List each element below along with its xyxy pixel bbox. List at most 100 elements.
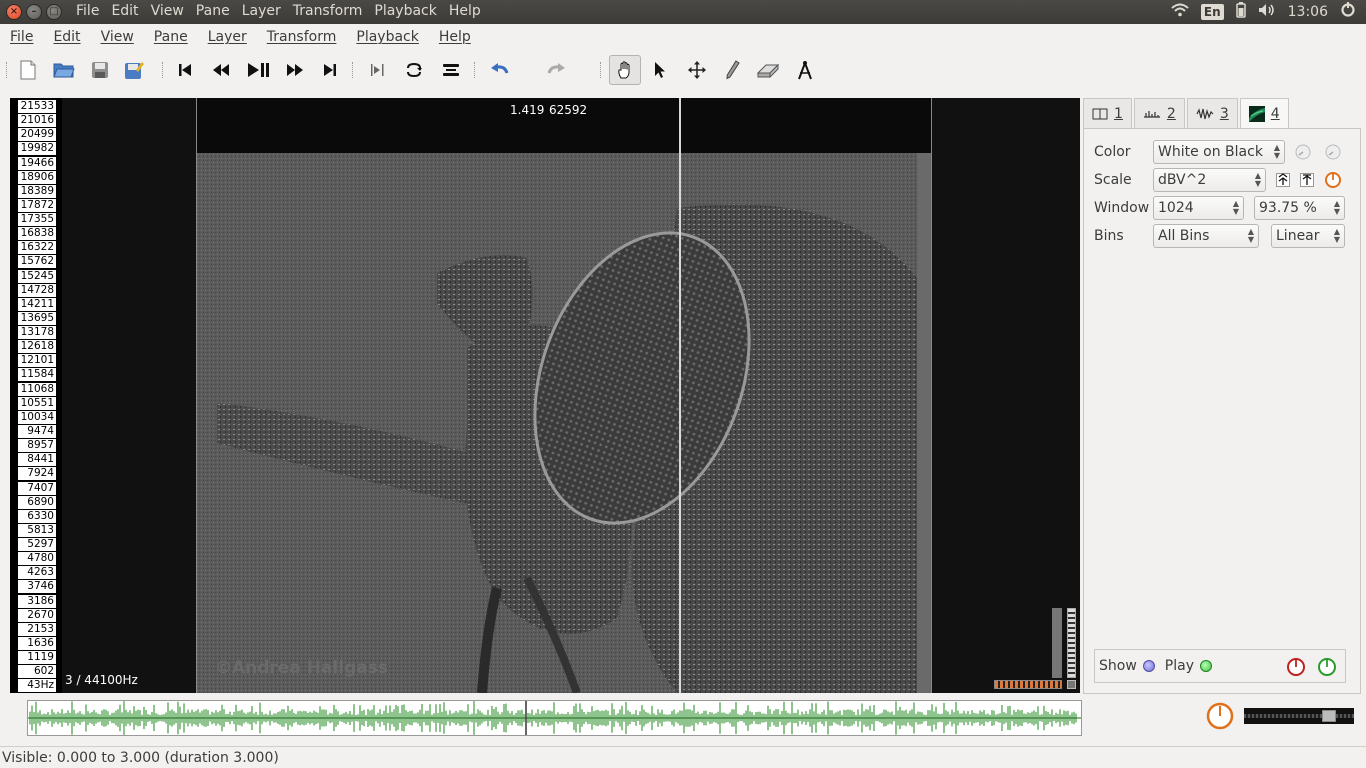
close-window-button[interactable]: × [6,4,22,20]
toolbar-separator [600,62,602,78]
toolbar-separator [6,62,8,78]
power-gear-icon[interactable] [1340,2,1356,22]
spectrogram-properties: Color White on Black ▲ ▼ Scale dBV^2 ▲ ▼ W… [1083,128,1361,694]
play-gain-dial-icon[interactable] [1286,657,1306,681]
draw-pencil-icon[interactable] [718,56,746,84]
constrain-to-selection-icon[interactable] [364,56,392,84]
playhead-cursor[interactable] [679,98,681,693]
menu-view[interactable]: View [91,29,144,45]
battery-icon[interactable] [1235,2,1246,22]
normalize-visible-icon[interactable] [1297,170,1317,190]
wifi-icon[interactable] [1171,3,1189,21]
minimize-window-button[interactable]: – [26,4,42,20]
rewind-start-icon[interactable] [171,56,199,84]
measure-icon[interactable] [791,56,819,84]
scale-select[interactable]: dBV^2 ▲ ▼ [1153,168,1266,192]
tab-layer-2[interactable]: 2 [1133,98,1185,128]
frequency-tick-label: 18389 [18,184,56,198]
play-pan-dial-icon[interactable] [1317,657,1337,681]
loop-icon[interactable] [400,56,428,84]
frequency-tick-label: 3186 [18,594,56,608]
spectrogram-pane[interactable]: ©Andrea Hallgass 1.419 62592 3 / 44100Hz [62,98,1080,693]
redo-icon[interactable] [542,56,570,84]
window-label: Window [1094,200,1150,216]
spectrogram-render: ©Andrea Hallgass [197,98,931,693]
master-gain-dial-icon[interactable] [1206,702,1234,730]
global-menu-file[interactable]: File [70,3,105,19]
status-text: Visible: 0.000 to 3.000 (duration 3.000) [2,750,279,766]
maximize-window-button[interactable]: □ [46,4,62,20]
menu-transform[interactable]: Transform [257,29,347,45]
window-overlap-select[interactable]: 93.75 % ▲ ▼ [1254,196,1345,220]
vertical-zoom-scroller[interactable] [1067,608,1076,678]
erase-icon[interactable] [754,56,782,84]
tab-layer-4[interactable]: 4 [1239,98,1289,128]
frequency-tick-label: 1119 [18,651,56,665]
new-file-icon[interactable] [14,56,42,84]
frequency-tick-label: 16322 [18,241,56,255]
color-dial-icon[interactable] [1293,142,1313,162]
global-menu-view[interactable]: View [145,3,190,19]
global-menu-pane[interactable]: Pane [190,3,236,19]
system-top-panel: × – □ File Edit View Pane Layer Transfor… [0,0,1366,24]
frequency-scale: 21533 21016 20499 19982 19466 18906 18389 17872… [10,98,62,693]
frequency-tick-label: 6890 [18,495,56,509]
layer-property-panel: 1 2 3 4 Color White on Black ▲ ▼ Scale dB… [1083,98,1361,694]
play-pause-icon[interactable] [244,56,272,84]
frequency-tick-label: 13178 [18,326,56,340]
gain-dial-icon[interactable] [1323,170,1343,190]
menu-file[interactable]: File [0,29,43,45]
spin-arrows-icon: ▲ ▼ [1247,227,1254,244]
spin-arrows-icon: ▲ ▼ [1232,199,1239,216]
zoom-reset-button[interactable] [1067,680,1076,689]
save-icon[interactable] [86,56,114,84]
open-folder-icon[interactable] [50,56,78,84]
play-toggle[interactable] [1199,660,1212,672]
select-arrow-icon[interactable] [646,56,674,84]
frequency-tick-label: 4780 [18,552,56,566]
toolbar [0,50,1366,123]
spin-arrows-icon: ▲ ▼ [1273,143,1280,160]
volume-icon[interactable] [1258,3,1276,21]
normalize-columns-icon[interactable] [1273,170,1293,190]
global-menu-transform[interactable]: Transform [287,3,369,19]
keyboard-layout-indicator[interactable]: En [1200,4,1224,20]
global-menu-layer[interactable]: Layer [236,3,287,19]
watermark-text: ©Andrea Hallgass [215,658,388,678]
navigate-hand-icon[interactable] [609,55,641,85]
frequency-tick-label: 17355 [18,213,56,227]
tab-layer-1[interactable]: 1 [1083,98,1132,128]
menu-pane[interactable]: Pane [144,29,198,45]
master-volume-fader[interactable] [1244,708,1354,724]
fast-forward-end-icon[interactable] [316,56,344,84]
menu-edit[interactable]: Edit [43,29,90,45]
bins-scale-select[interactable]: Linear ▲ ▼ [1271,224,1345,248]
clock[interactable]: 13:06 [1288,4,1328,20]
fader-handle[interactable] [1322,710,1336,722]
frequency-tick-label: 5813 [18,523,56,537]
horizontal-zoom-scroller[interactable] [994,680,1062,689]
frequency-tick-label: 10034 [18,410,56,424]
menu-help[interactable]: Help [429,29,481,45]
frequency-tick-label: 19466 [18,156,56,170]
tab-layer-3[interactable]: 3 [1186,98,1238,128]
color-rotate-dial-icon[interactable] [1323,142,1343,162]
save-as-icon[interactable] [120,56,148,84]
solo-icon[interactable] [437,56,465,84]
move-icon[interactable] [683,56,711,84]
bins-select[interactable]: All Bins ▲ ▼ [1153,224,1259,248]
menu-layer[interactable]: Layer [198,29,257,45]
show-toggle[interactable] [1142,660,1155,672]
menu-playback[interactable]: Playback [346,29,428,45]
fast-forward-icon[interactable] [281,56,309,84]
rewind-icon[interactable] [207,56,235,84]
undo-icon[interactable] [486,56,514,84]
global-menu-help[interactable]: Help [443,3,487,19]
overview-waveform[interactable] [27,700,1082,736]
spectrogram-image[interactable]: ©Andrea Hallgass 1.419 62592 [196,98,932,693]
global-menu-edit[interactable]: Edit [105,3,144,19]
global-menu-playback[interactable]: Playback [368,3,442,19]
vertical-zoom-slider[interactable] [1052,608,1062,678]
color-select[interactable]: White on Black ▲ ▼ [1153,140,1285,164]
window-size-select[interactable]: 1024 ▲ ▼ [1153,196,1244,220]
